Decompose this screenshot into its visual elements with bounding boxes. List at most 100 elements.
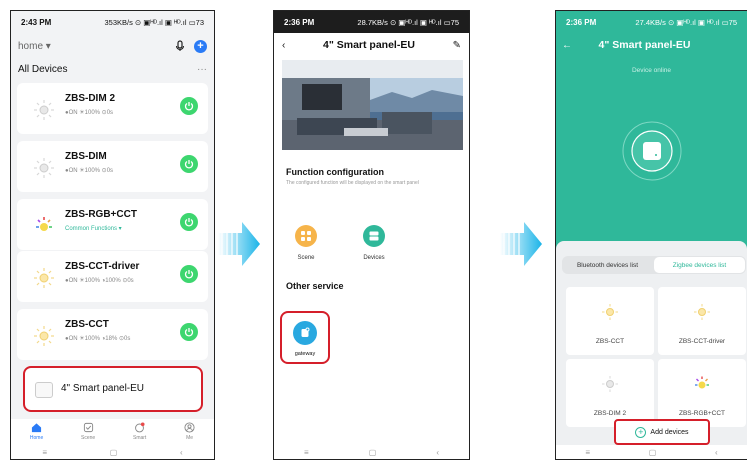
tab-zigbee-devices[interactable]: Zigbee devices list (654, 257, 745, 273)
status-time: 2:36 PM (566, 17, 597, 27)
add-devices-label: Add devices (650, 428, 689, 436)
status-bar: 2:43 PM 353KB/s ⊙ ▣ᴴᴰ.ıl ▣ ᴴᴰ.ıl ▭73 (11, 11, 214, 33)
device-name: ZBS-RGB+CCT (65, 209, 137, 220)
status-time: 2:43 PM (21, 17, 52, 27)
profile-icon (184, 422, 195, 433)
device-name: ZBS-DIM (65, 151, 107, 162)
back-nav-button[interactable]: ‹ (436, 448, 439, 457)
devices-function[interactable]: Devices (354, 225, 394, 261)
bottom-tab-bar: Home Scene Smart Me (11, 419, 214, 447)
power-button[interactable] (180, 155, 198, 173)
gateway-label: gateway (294, 351, 316, 357)
device-card[interactable]: ZBS-CCT-driver ●ON ☀100% ◑100% ⊙0s (17, 251, 208, 302)
menu-nav-button[interactable]: ≡ (42, 448, 47, 457)
back-nav-button[interactable]: ‹ (180, 448, 183, 457)
smart-icon (135, 422, 145, 433)
scene-function[interactable]: Scene (286, 225, 326, 261)
microphone-icon[interactable] (174, 40, 186, 52)
bulb-icon (34, 158, 54, 178)
device-card[interactable]: ZBS-CCT ●ON ☀100% ◑18% ⊙0s (17, 309, 208, 360)
back-arrow-icon[interactable]: ← (562, 40, 572, 51)
smart-panel-card[interactable]: 4" Smart panel-EU (23, 366, 203, 412)
topbar-actions: + (174, 39, 207, 53)
all-devices-header: All Devices ··· (11, 59, 214, 79)
bulb-icon (34, 268, 54, 288)
menu-nav-button[interactable]: ≡ (304, 448, 309, 457)
home-nav-button[interactable]: ▢ (110, 448, 118, 457)
gateway-icon (293, 321, 317, 345)
device-label: ZBS-CCT-driver (678, 338, 726, 345)
status-indicators: 27.4KB/s ⊙ ▣ᴴᴰ.ıl ▣ ᴴᴰ.ıl ▭75 (635, 17, 737, 27)
tab-home[interactable]: Home (30, 419, 43, 447)
zigbee-device-tile[interactable]: ZBS-CCT (566, 287, 654, 355)
tab-me[interactable]: Me (184, 419, 195, 447)
bulb-icon (34, 326, 54, 346)
device-name: ZBS-CCT-driver (65, 261, 140, 272)
zigbee-device-tile[interactable]: ZBS-DIM 2 (566, 359, 654, 427)
home-selector[interactable]: home ▾ (18, 41, 51, 52)
home-nav-button[interactable]: ▢ (649, 448, 657, 457)
phone-panel-detail: 2:36 PM 28.7KB/s ⊙ ▣ᴴᴰ.ıl ▣ ᴴᴰ.ıl ▭75 ‹ … (273, 10, 470, 460)
tab-scene[interactable]: Scene (81, 419, 95, 447)
bulb-icon (602, 376, 618, 392)
device-label: ZBS-RGB+CCT (678, 410, 726, 417)
device-card[interactable]: ZBS-RGB+CCT Common Functions ▾ (17, 199, 208, 250)
tab-label: Smart (132, 435, 147, 441)
home-nav-button[interactable]: ▢ (369, 448, 377, 457)
device-card[interactable]: ZBS-DIM 2 ●ON ☀100% ⊙0s (17, 83, 208, 134)
page-title: 4" Smart panel-EU (598, 39, 691, 51)
add-devices-button[interactable]: + Add devices (614, 419, 710, 445)
step-arrow-icon (500, 222, 542, 266)
scene-label: Scene (297, 255, 315, 261)
tab-label: Me (186, 435, 194, 441)
power-button[interactable] (180, 323, 198, 341)
device-label: ZBS-DIM 2 (593, 410, 627, 417)
edit-icon[interactable]: ✎ (453, 40, 461, 51)
rgb-bulb-icon (695, 376, 709, 389)
back-icon[interactable]: ‹ (282, 40, 285, 51)
tab-smart[interactable]: Smart (133, 419, 146, 447)
status-bar: 2:36 PM 27.4KB/s ⊙ ▣ᴴᴰ.ıl ▣ ᴴᴰ.ıl ▭75 (556, 11, 747, 33)
bulb-icon (694, 304, 710, 320)
gateway-device-icon (622, 121, 682, 181)
zigbee-device-tile[interactable]: ZBS-RGB+CCT (658, 359, 746, 427)
phone-gateway-detail: 2:36 PM 27.4KB/s ⊙ ▣ᴴᴰ.ıl ▣ ᴴᴰ.ıl ▭75 ← … (555, 10, 747, 460)
tab-bluetooth-devices[interactable]: Bluetooth devices list (562, 256, 653, 274)
common-functions-dropdown[interactable]: Common Functions ▾ (65, 225, 122, 232)
devices-label: Devices (363, 255, 385, 261)
devices-icon (363, 225, 385, 247)
scene-icon (83, 422, 93, 433)
scene-icon (295, 225, 317, 247)
zigbee-device-tile[interactable]: ZBS-CCT-driver (658, 287, 746, 355)
add-device-plus-icon[interactable]: + (194, 39, 207, 53)
home-topbar: home ▾ + (11, 33, 214, 59)
system-nav-bar: ≡ ▢ ‹ (11, 445, 214, 459)
menu-nav-button[interactable]: ≡ (585, 448, 590, 457)
device-status: ●ON ☀100% ◑100% ⊙0s (65, 278, 134, 284)
power-button[interactable] (180, 213, 198, 231)
page-header: ‹ 4" Smart panel-EU ✎ (274, 33, 469, 57)
power-icon (184, 160, 194, 169)
more-icon[interactable]: ··· (197, 64, 207, 75)
plus-circle-icon: + (635, 426, 647, 438)
panel-device-icon (35, 382, 53, 398)
other-service-title: Other service (286, 281, 344, 291)
bulb-icon (34, 100, 54, 120)
status-indicators: 353KB/s ⊙ ▣ᴴᴰ.ıl ▣ ᴴᴰ.ıl ▭73 (104, 17, 205, 27)
device-name: ZBS-CCT (65, 319, 109, 330)
status-indicators: 28.7KB/s ⊙ ▣ᴴᴰ.ıl ▣ ᴴᴰ.ıl ▭75 (357, 17, 459, 27)
power-button[interactable] (180, 265, 198, 283)
device-status: ●ON ☀100% ◑18% ⊙0s (65, 336, 131, 342)
tab-label: Scene (81, 435, 96, 441)
bulb-icon (602, 304, 618, 320)
power-icon (184, 270, 194, 279)
phone-home-screen: 2:43 PM 353KB/s ⊙ ▣ᴴᴰ.ıl ▣ ᴴᴰ.ıl ▭73 hom… (10, 10, 215, 460)
back-nav-button[interactable]: ‹ (715, 448, 718, 457)
device-card[interactable]: ZBS-DIM ●ON ☀100% ⊙0s (17, 141, 208, 192)
gateway-service[interactable]: gateway (280, 311, 330, 364)
device-list-tabs: Bluetooth devices list Zigbee devices li… (562, 256, 746, 274)
section-title: All Devices (18, 63, 68, 75)
status-time: 2:36 PM (284, 17, 315, 27)
status-bar: 2:36 PM 28.7KB/s ⊙ ▣ᴴᴰ.ıl ▣ ᴴᴰ.ıl ▭75 (274, 11, 469, 33)
power-button[interactable] (180, 97, 198, 115)
